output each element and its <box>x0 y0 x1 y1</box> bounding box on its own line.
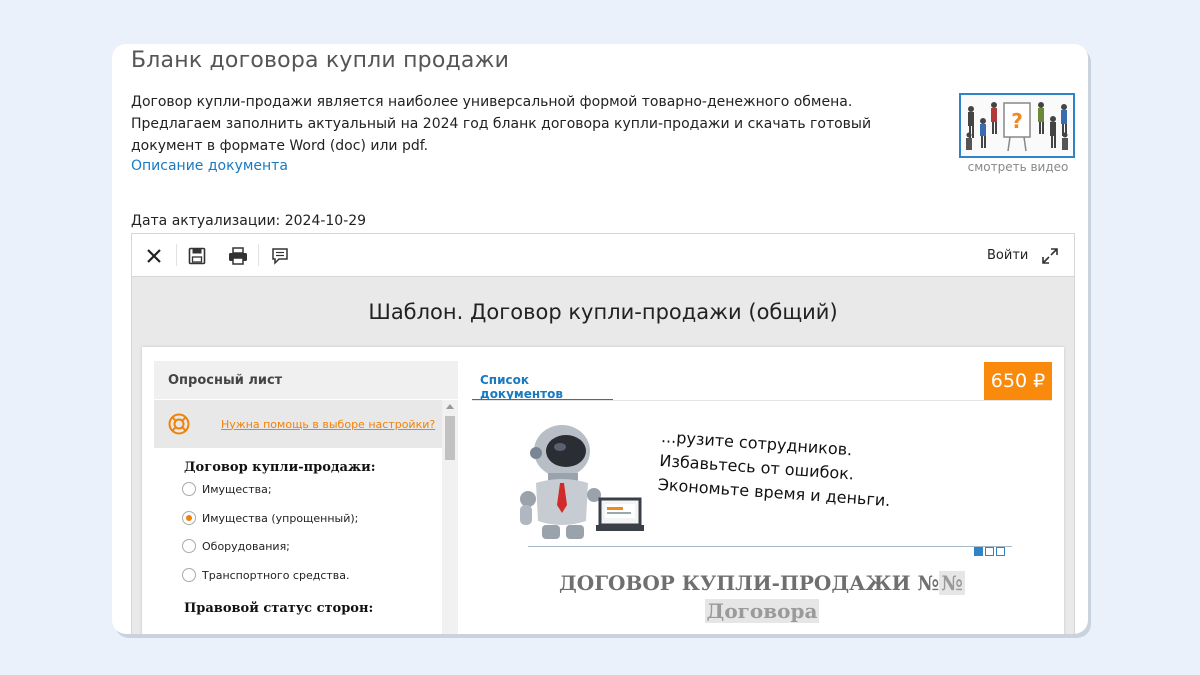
video-thumbnail[interactable]: ? <box>959 93 1075 158</box>
option-equipment[interactable]: Оборудования; <box>182 539 290 553</box>
editor-toolbar: Войти <box>132 234 1074 277</box>
option-property[interactable]: Имущества; <box>182 482 272 496</box>
scroll-thumb[interactable] <box>445 416 455 460</box>
help-row: Нужна помощь в выборе настройки? <box>154 400 442 448</box>
document-preview-title: ДОГОВОР КУПЛИ-ПРОДАЖИ № № Договора <box>472 569 1052 625</box>
help-link[interactable]: Нужна помощь в выборе настройки? <box>221 418 435 431</box>
login-button[interactable]: Войти <box>987 248 1028 263</box>
option-label: Имущества (упрощенный); <box>202 511 359 525</box>
banner-slogan: ...рузите сотрудников. Избавьтесь от оши… <box>657 425 891 512</box>
document-title: ДОГОВОР КУПЛИ-ПРОДАЖИ № <box>559 571 940 595</box>
expand-icon[interactable] <box>1040 246 1060 266</box>
option-label: Оборудования; <box>202 539 290 553</box>
tab-divider <box>472 400 1052 401</box>
lifebuoy-icon <box>168 413 190 435</box>
option-property-simplified[interactable]: Имущества (упрощенный); <box>182 511 358 525</box>
svg-text:?: ? <box>1011 109 1023 133</box>
update-date: Дата актуализации: 2024-10-29 <box>131 213 367 229</box>
slider-dot[interactable] <box>985 547 994 556</box>
contract-type-label: Договор купли-продажи: <box>184 460 376 475</box>
radio-button[interactable] <box>182 568 196 582</box>
option-vehicle[interactable]: Транспортного средства. <box>182 568 350 582</box>
scroll-up-arrow[interactable] <box>446 404 454 409</box>
print-icon[interactable] <box>224 242 252 270</box>
comment-icon[interactable] <box>266 242 294 270</box>
banner-divider <box>528 546 1012 547</box>
video-illustration: ? <box>961 95 1073 156</box>
option-label: Транспортного средства. <box>202 568 350 582</box>
robot-illustration <box>520 425 644 539</box>
editor-panel: Опросный лист Нужна помощь в выборе наст… <box>142 347 1064 634</box>
slider-dots <box>974 547 1005 556</box>
video-caption[interactable]: смотреть видео <box>956 160 1080 174</box>
toolbar-divider <box>258 244 259 266</box>
option-label: Имущества; <box>202 482 272 496</box>
radio-button[interactable] <box>182 539 196 553</box>
document-description-link[interactable]: Описание документа <box>131 158 288 174</box>
price-button[interactable]: 650 ₽ <box>984 362 1052 400</box>
tab-document-list[interactable]: Список документов <box>472 361 613 401</box>
page-title: Бланк договора купли продажи <box>131 48 510 73</box>
radio-button-selected[interactable] <box>182 511 196 525</box>
close-icon[interactable] <box>140 242 168 270</box>
save-icon[interactable] <box>183 242 211 270</box>
slider-dot[interactable] <box>974 547 983 556</box>
toolbar-divider <box>176 244 177 266</box>
radio-button[interactable] <box>182 482 196 496</box>
slider-dot[interactable] <box>996 547 1005 556</box>
document-subtitle-placeholder[interactable]: Договора <box>704 599 820 623</box>
document-number-placeholder[interactable]: № <box>939 571 965 595</box>
questionnaire-scrollbar[interactable] <box>442 400 458 634</box>
party-status-label: Правовой статус сторон: <box>184 601 374 616</box>
page-description: Договор купли-продажи является наиболее … <box>131 94 872 154</box>
template-title: Шаблон. Договор купли-продажи (общий) <box>368 300 838 324</box>
document-editor: Войти Шаблон. Договор купли-продажи (общ… <box>131 233 1075 634</box>
content-card: Бланк договора купли продажи Договор куп… <box>112 44 1088 634</box>
questionnaire-header: Опросный лист <box>154 361 458 399</box>
